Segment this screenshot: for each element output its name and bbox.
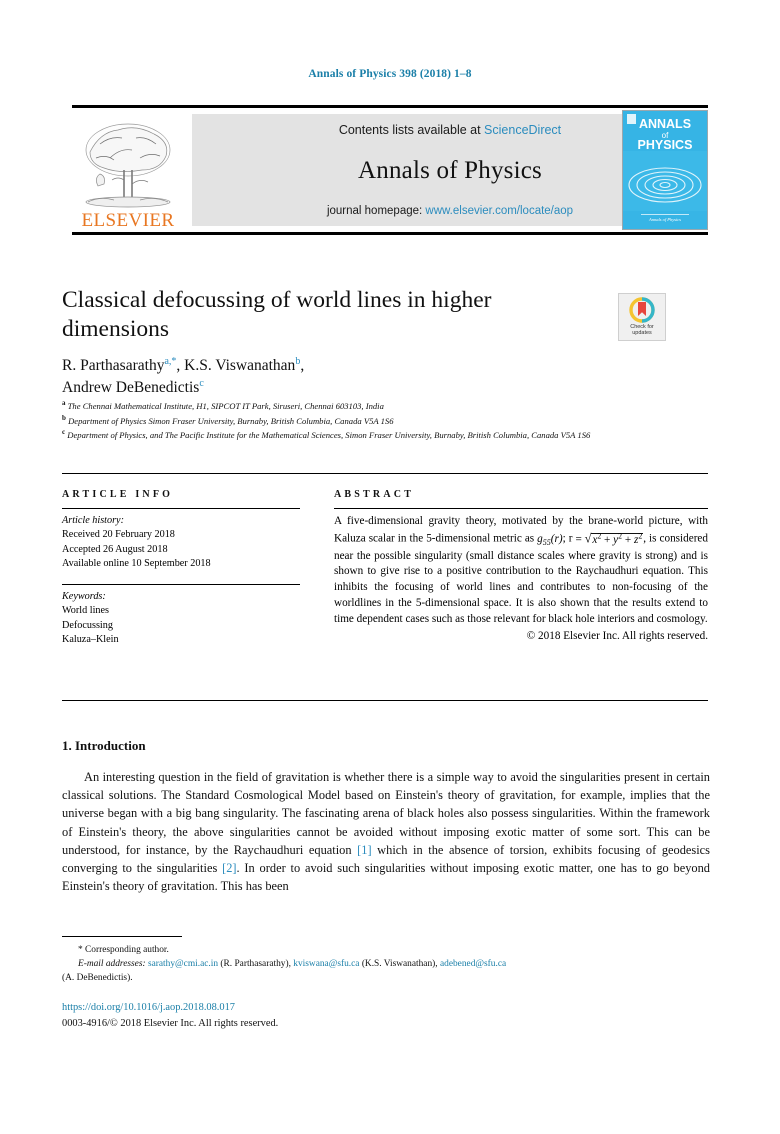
abstract-metric-symbol: g55(r) bbox=[537, 532, 563, 547]
keywords-block: Keywords: World lines Defocussing Kaluza… bbox=[62, 583, 300, 648]
crossmark-label: Check for updates bbox=[630, 324, 654, 337]
contents-available-line: Contents lists available at ScienceDirec… bbox=[339, 123, 561, 137]
elsevier-logo: ELSEVIER bbox=[72, 108, 184, 232]
abstract-equation: = √x2 + y2 + z2 bbox=[575, 530, 644, 546]
footer-identifiers: https://doi.org/10.1016/j.aop.2018.08.01… bbox=[62, 1000, 710, 1031]
elsevier-tree-icon bbox=[85, 123, 171, 208]
crossmark-line2: updates bbox=[632, 330, 652, 337]
affiliation-b-mark: b bbox=[62, 413, 66, 422]
section-title: Introduction bbox=[75, 738, 146, 753]
article-history-online: Available online 10 September 2018 bbox=[62, 558, 211, 570]
contents-prefix: Contents lists available at bbox=[338, 123, 485, 137]
journal-title: Annals of Physics bbox=[358, 157, 542, 184]
citation-ref-2[interactable]: [2] bbox=[222, 861, 236, 875]
doi-link[interactable]: https://doi.org/10.1016/j.aop.2018.08.01… bbox=[62, 1000, 710, 1016]
author-2: K.S. Viswanathan bbox=[184, 357, 296, 375]
article-history-label: Article history: bbox=[62, 515, 124, 526]
email-link-3[interactable]: adebened@sfu.ca bbox=[440, 959, 506, 969]
affiliation-c-text: Department of Physics, and The Pacific I… bbox=[67, 430, 591, 441]
crossmark-badge[interactable]: Check for updates bbox=[618, 293, 666, 341]
affiliation-a-text: The Chennai Mathematical Institute, H1, … bbox=[67, 400, 384, 411]
abstract-part-2: ; r bbox=[562, 532, 576, 545]
citation-ref-1[interactable]: [1] bbox=[357, 843, 371, 857]
journal-homepage-line: journal homepage: www.elsevier.com/locat… bbox=[327, 205, 573, 217]
article-info-rule bbox=[62, 508, 300, 509]
author-3: Andrew DeBenedictis bbox=[62, 379, 200, 397]
affiliation-list: a The Chennai Mathematical Institute, H1… bbox=[62, 398, 662, 442]
author-1-marks: a,* bbox=[164, 356, 177, 367]
crossmark-line1: Check for bbox=[630, 324, 654, 330]
journal-cover-art: ANNALS of PHYSICS Annals of Physics bbox=[623, 111, 707, 229]
journal-masthead: ELSEVIER Contents lists available at Sci… bbox=[72, 105, 708, 235]
keyword-1: World lines bbox=[62, 605, 109, 617]
info-section-top-rule bbox=[62, 473, 708, 474]
affiliation-c: c Department of Physics, and The Pacific… bbox=[62, 427, 662, 442]
footnotes: * Corresponding author. E-mail addresses… bbox=[62, 943, 710, 985]
email-owner-2: (K.S. Viswanathan) bbox=[361, 959, 436, 970]
svg-text:Annals of Physics: Annals of Physics bbox=[648, 217, 681, 222]
journal-cover-thumbnail: ANNALS of PHYSICS Annals of Physics bbox=[622, 110, 708, 230]
keyword-2: Defocussing bbox=[62, 619, 113, 631]
keywords-label: Keywords: bbox=[62, 590, 106, 602]
article-history-accepted: Accepted 26 August 2018 bbox=[62, 543, 168, 555]
keywords-rule bbox=[62, 583, 300, 585]
abstract-part-3: , is considered near the possible singul… bbox=[334, 532, 708, 626]
abstract-copyright: © 2018 Elsevier Inc. All rights reserved… bbox=[526, 630, 708, 643]
article-info-column: ARTICLE INFO Article history: Received 2… bbox=[62, 489, 300, 648]
author-3-marks: c bbox=[199, 378, 204, 390]
footnote-rule bbox=[62, 936, 182, 937]
journal-homepage-link[interactable]: www.elsevier.com/locate/aop bbox=[425, 205, 573, 217]
crossmark-icon bbox=[629, 297, 655, 323]
corresponding-author-note: * Corresponding author. bbox=[78, 945, 169, 955]
email-owner-1: (R. Parthasarathy) bbox=[220, 959, 289, 970]
abstract-heading: ABSTRACT bbox=[334, 489, 415, 500]
info-section-bottom-rule bbox=[62, 700, 708, 701]
email-addresses-note: E-mail addresses: sarathy@cmi.ac.in (R. … bbox=[78, 959, 507, 970]
page-title: Classical defocussing of world lines in … bbox=[62, 287, 492, 343]
paper-page: Annals of Physics 398 (2018) 1–8 ELSEVIE… bbox=[0, 0, 780, 1134]
abstract-text: A five-dimensional gravity theory, motiv… bbox=[334, 514, 708, 628]
author-2-marks: b bbox=[295, 356, 301, 367]
section-number: 1. bbox=[62, 738, 72, 753]
article-history-received: Received 20 February 2018 bbox=[62, 529, 175, 541]
paragraph-1: An interesting question in the field of … bbox=[62, 768, 710, 895]
author-list: R. Parthasarathya,*, K.S. Viswanathanb, … bbox=[62, 356, 305, 397]
keyword-3: Kaluza–Klein bbox=[62, 634, 119, 646]
body-text: An interesting question in the field of … bbox=[62, 768, 710, 895]
abstract-rule bbox=[334, 508, 708, 509]
email-addresses-label: E-mail addresses: bbox=[78, 959, 146, 970]
email-link-2[interactable]: kviswana@sfu.ca bbox=[293, 959, 359, 969]
svg-text:PHYSICS: PHYSICS bbox=[638, 138, 693, 152]
affiliation-a: a The Chennai Mathematical Institute, H1… bbox=[62, 398, 662, 413]
affiliation-b-text: Department of Physics Simon Fraser Unive… bbox=[68, 415, 394, 426]
affiliation-c-mark: c bbox=[62, 428, 66, 437]
affiliation-a-mark: a bbox=[62, 399, 66, 407]
email-link-1[interactable]: sarathy@cmi.ac.in bbox=[148, 959, 218, 969]
running-head: Annals of Physics 398 (2018) 1–8 bbox=[308, 68, 472, 80]
section-heading-introduction: 1. Introduction bbox=[62, 738, 146, 754]
abstract-column: ABSTRACT A five-dimensional gravity theo… bbox=[334, 489, 708, 642]
issn-copyright-line: 0003-4916/© 2018 Elsevier Inc. All right… bbox=[62, 1017, 279, 1029]
author-1: R. Parthasarathy bbox=[62, 357, 165, 375]
sciencedirect-link[interactable]: ScienceDirect bbox=[484, 123, 561, 137]
article-info-heading: ARTICLE INFO bbox=[62, 489, 174, 500]
homepage-prefix: journal homepage: bbox=[326, 205, 426, 217]
affiliation-b: b Department of Physics Simon Fraser Uni… bbox=[62, 413, 662, 428]
elsevier-wordmark: ELSEVIER bbox=[81, 210, 175, 231]
svg-text:ANNALS: ANNALS bbox=[639, 117, 691, 131]
email-owner-3-line: (A. DeBenedictis). bbox=[62, 973, 133, 984]
